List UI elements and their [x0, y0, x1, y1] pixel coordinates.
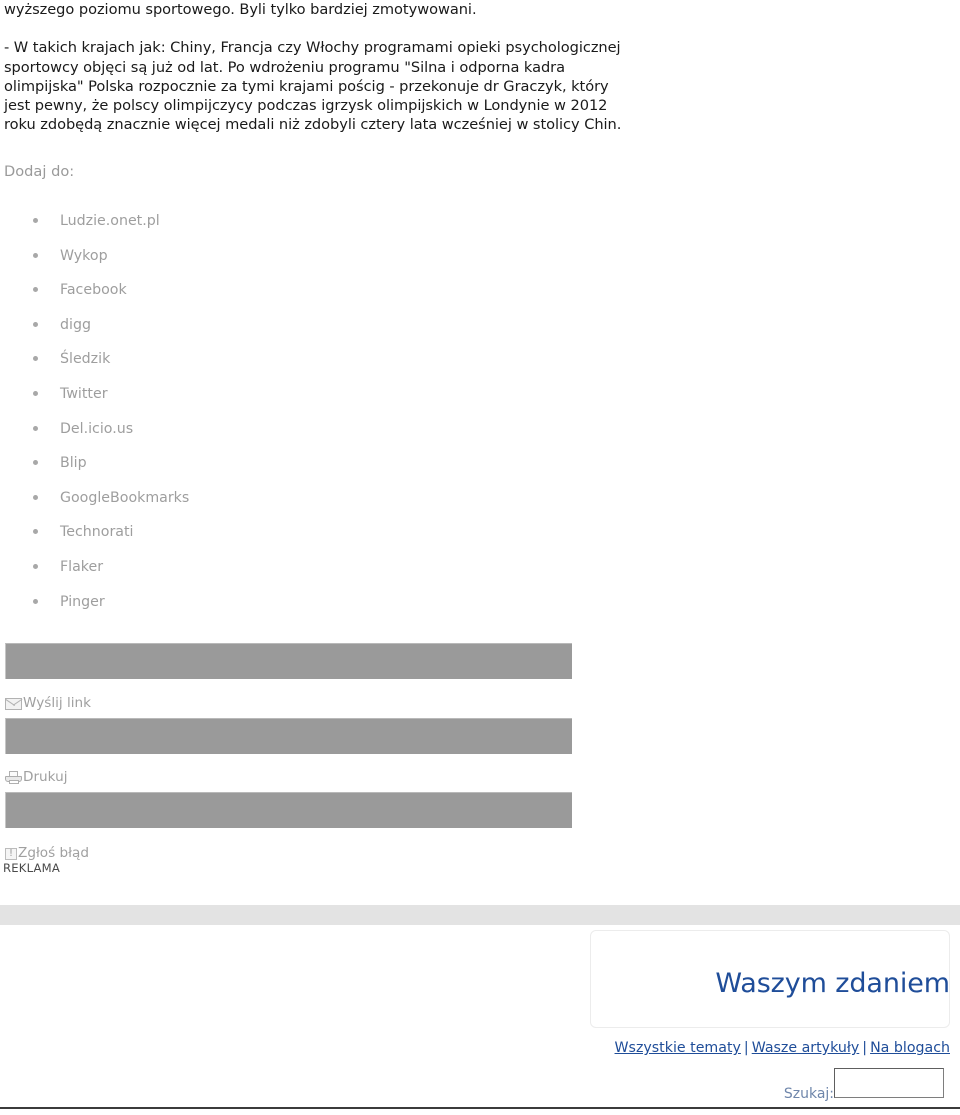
bullet-icon	[33, 390, 38, 396]
section-separator-band	[0, 905, 960, 925]
share-link-label: Ludzie.onet.pl	[60, 213, 160, 229]
ad-placeholder-bar	[5, 718, 572, 754]
list-item[interactable]: digg	[0, 316, 400, 351]
print-label: Drukuj	[23, 769, 68, 785]
list-item[interactable]: GoogleBookmarks	[0, 489, 400, 524]
bullet-icon	[33, 287, 38, 293]
bullet-icon	[33, 563, 38, 569]
list-item[interactable]: Śledzik	[0, 350, 400, 385]
list-item[interactable]: Wykop	[0, 247, 400, 282]
nav-separator: |	[743, 1040, 749, 1056]
share-link-label: Twitter	[60, 385, 108, 402]
share-link-label: Del.icio.us	[60, 420, 134, 437]
advertisement-label: REKLAMA	[3, 861, 60, 875]
ad-placeholder-bar	[5, 792, 572, 828]
article-paragraph-1: wyższego poziomu sportowego. Byli tylko …	[4, 1, 477, 18]
nav-link-your-articles[interactable]: Wasze artykuły	[752, 1040, 860, 1056]
share-link-label: Facebook	[60, 282, 127, 299]
share-list: Ludzie.onet.pl Wykop Facebook digg Śledz…	[0, 212, 400, 627]
bullet-icon	[33, 494, 38, 500]
bullet-icon	[33, 425, 38, 431]
share-section-label: Dodaj do:	[4, 163, 75, 180]
list-item[interactable]: Del.icio.us	[0, 420, 400, 455]
search-row: Szukaj:	[652, 1066, 952, 1104]
opinion-nav-links: Wszystkie tematy | Wasze artykuły | Na bloga…	[615, 1039, 950, 1058]
search-input[interactable]	[834, 1068, 944, 1098]
list-item[interactable]: Twitter	[0, 385, 400, 420]
share-link-label: Blip	[60, 455, 87, 472]
list-item[interactable]: Facebook	[0, 281, 400, 316]
page-bottom-rule	[0, 1107, 960, 1109]
bullet-icon	[33, 529, 38, 535]
share-link-label: Flaker	[60, 558, 104, 575]
bullet-icon	[33, 598, 38, 604]
nav-separator: |	[862, 1040, 868, 1056]
article-paragraph-2: - W takich krajach jak: Chiny, Francja c…	[4, 39, 622, 134]
nav-link-all-topics[interactable]: Wszystkie tematy	[615, 1040, 741, 1056]
envelope-icon	[5, 698, 22, 710]
report-error-button[interactable]: ! Zgłoś błąd	[5, 845, 89, 861]
report-error-label: Zgłoś błąd	[18, 845, 89, 861]
bullet-icon	[33, 460, 38, 466]
page-title: Waszym zdaniem	[715, 968, 950, 999]
share-link-label: GoogleBookmarks	[60, 489, 190, 506]
share-link-label: Śledzik	[60, 351, 111, 368]
list-item[interactable]: Ludzie.onet.pl	[0, 212, 400, 247]
share-link-label: digg	[60, 316, 91, 333]
share-link-label: Pinger	[60, 593, 105, 610]
list-item[interactable]: Flaker	[0, 558, 400, 593]
bullet-icon	[33, 218, 38, 223]
ad-placeholder-bar	[5, 643, 572, 679]
list-item[interactable]: Pinger	[0, 593, 400, 628]
bullet-icon	[33, 321, 38, 327]
list-item[interactable]: Technorati	[0, 523, 400, 558]
share-link-label: Technorati	[60, 524, 134, 541]
search-label: Szukaj:	[783, 1086, 834, 1102]
print-button[interactable]: Drukuj	[5, 769, 68, 785]
nav-link-on-blogs[interactable]: Na blogach	[870, 1040, 950, 1056]
printer-icon	[5, 771, 22, 784]
share-link-label: Wykop	[60, 247, 108, 264]
send-link-button[interactable]: Wyślij link	[5, 695, 91, 711]
warning-icon: !	[5, 848, 17, 860]
bullet-icon	[33, 252, 38, 258]
send-link-label: Wyślij link	[23, 695, 92, 711]
bullet-icon	[33, 356, 38, 362]
list-item[interactable]: Blip	[0, 454, 400, 489]
article-body: wyższego poziomu sportowego. Byli tylko …	[4, 0, 624, 135]
